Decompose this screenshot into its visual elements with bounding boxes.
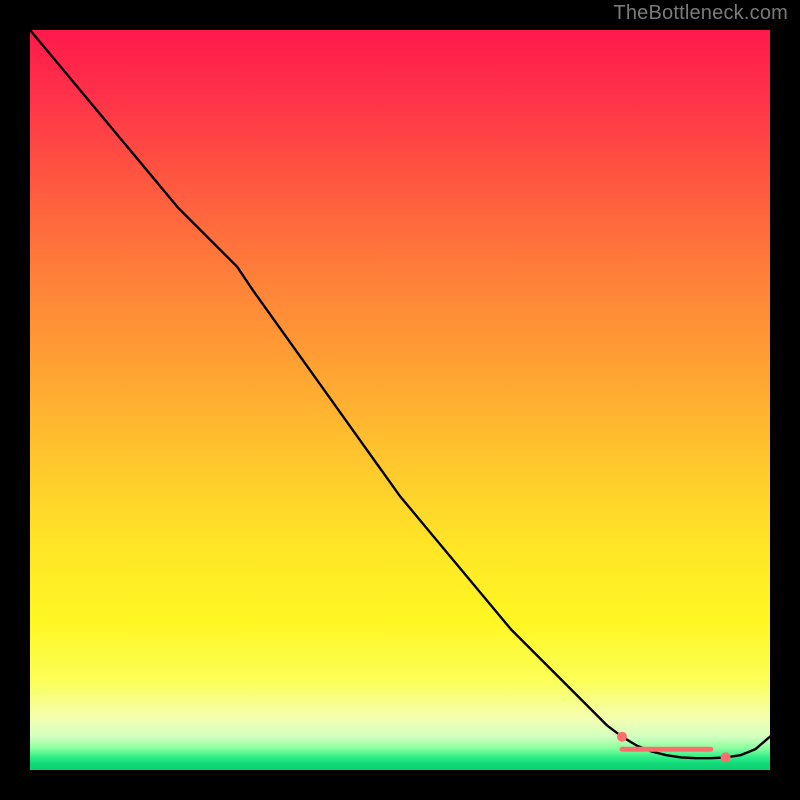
chart-stage: TheBottleneck.com bbox=[0, 0, 800, 800]
trough-marker-right bbox=[721, 752, 731, 762]
plot-overlay bbox=[30, 30, 770, 770]
trough-marker-left bbox=[617, 732, 627, 742]
watermark-text: TheBottleneck.com bbox=[613, 2, 788, 25]
bottleneck-curve bbox=[30, 30, 770, 758]
